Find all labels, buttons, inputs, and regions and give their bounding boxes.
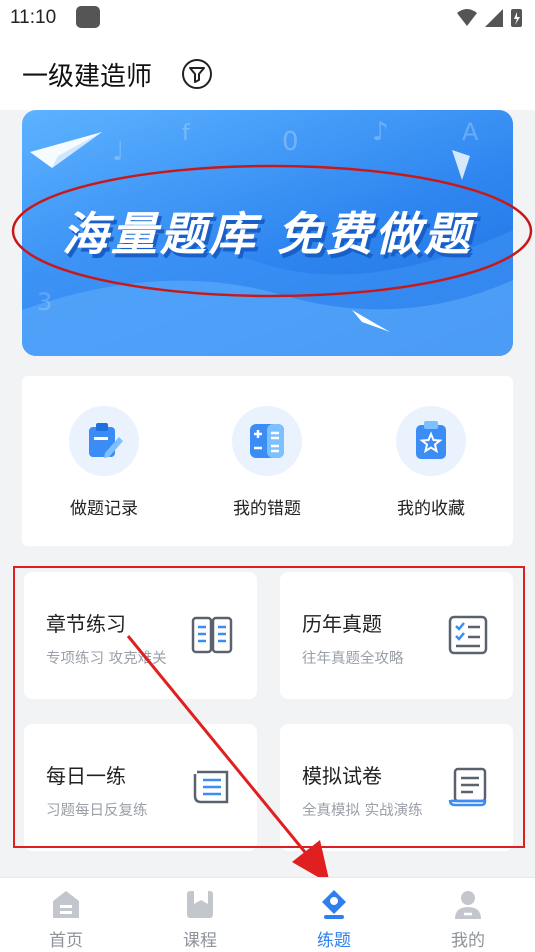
- star-bookmark-icon: [396, 406, 466, 476]
- svg-text:0: 0: [282, 127, 299, 157]
- calculator-icon: [232, 406, 302, 476]
- quick-item-record[interactable]: 做题记录: [39, 406, 169, 526]
- status-bar: 11:10: [0, 0, 535, 36]
- nav-label: 我的: [451, 931, 485, 951]
- nav-course[interactable]: 课程: [160, 884, 240, 951]
- nav-label: 练题: [317, 931, 351, 951]
- quick-item-label: 我的收藏: [397, 499, 465, 519]
- svg-text:f: f: [182, 121, 191, 146]
- nav-practice[interactable]: 练题: [294, 884, 374, 951]
- filter-icon[interactable]: [181, 58, 213, 90]
- svg-text:♪: ♪: [372, 117, 389, 147]
- svg-text:A: A: [462, 118, 479, 146]
- nav-label: 课程: [183, 931, 217, 951]
- quick-access-panel: 做题记录 我的错题 我的收藏: [22, 376, 513, 546]
- nav-home[interactable]: 首页: [26, 884, 106, 951]
- page-title: 一级建造师: [22, 62, 153, 92]
- pencil-note-icon: [69, 406, 139, 476]
- home-icon: [53, 891, 79, 918]
- notification-icon: [76, 6, 100, 28]
- annotation-rectangle: [13, 566, 525, 848]
- svg-text:3: 3: [37, 288, 52, 316]
- quick-item-label: 做题记录: [70, 499, 138, 519]
- wifi-icon: [457, 9, 477, 26]
- user-icon: [455, 891, 481, 919]
- quick-item-wrong[interactable]: 我的错题: [202, 406, 332, 526]
- quick-item-favorites[interactable]: 我的收藏: [366, 406, 496, 526]
- course-icon: [187, 891, 213, 918]
- paper-plane-icon: [30, 132, 102, 168]
- nav-profile[interactable]: 我的: [428, 884, 508, 951]
- status-icons: [457, 9, 522, 27]
- nav-label: 首页: [49, 931, 83, 951]
- bottom-nav: 首页 课程 练题 我的: [0, 877, 535, 952]
- header: 一级建造师: [0, 36, 535, 110]
- banner-slogan: 海量题库 免费做题: [61, 207, 473, 261]
- signal-icon: [485, 9, 503, 27]
- svg-text:♩: ♩: [112, 137, 124, 167]
- pen-tip-icon: [322, 890, 346, 919]
- quick-item-label: 我的错题: [233, 499, 301, 519]
- status-time: 11:10: [10, 7, 57, 28]
- promo-banner[interactable]: ♩ f 0 ♪ A 3 海量题库 免费做题: [22, 110, 513, 356]
